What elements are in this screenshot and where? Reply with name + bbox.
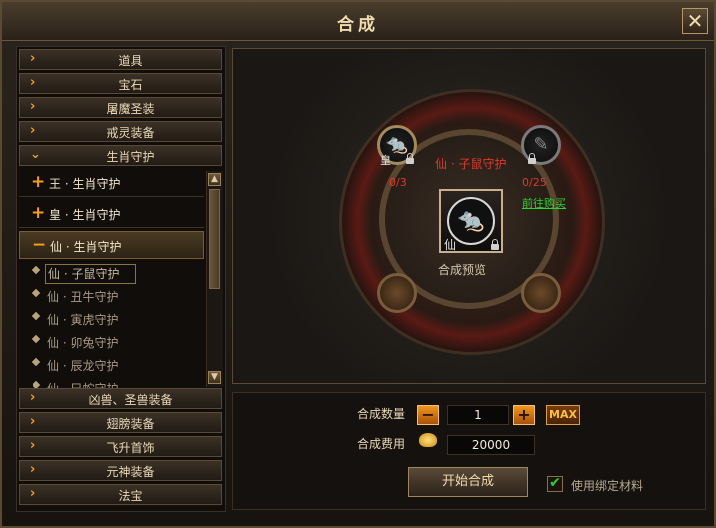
close-button[interactable]: ✕ (682, 8, 708, 34)
category-fabao[interactable]: › 法宝 (19, 484, 222, 505)
bronze-slot-left (377, 273, 417, 313)
subgroup-label: 皇 · 生肖守护 (49, 208, 121, 222)
quantity-label: 合成数量 (357, 407, 406, 421)
chevron-right-icon: › (30, 462, 36, 477)
list-scrollbar[interactable]: ▲ ▼ (206, 171, 223, 387)
chevron-right-icon: › (30, 99, 36, 114)
category-label: 法宝 (118, 489, 143, 503)
material-2-count: 0/25 (522, 176, 547, 189)
material-slot-1[interactable]: 🐀 皇 (377, 125, 417, 167)
preview-label: 合成预览 (438, 263, 487, 277)
cost-label: 合成费用 (357, 437, 406, 451)
diamond-icon (31, 265, 41, 275)
synthesis-area: 🐀 皇 0/3 ✎ 0/25 前往购买 仙 · 子鼠守护 🐀 仙 合成预览 (232, 48, 706, 384)
subgroup-wang[interactable]: + 王 · 生肖守护 (19, 169, 204, 197)
lock-icon (406, 153, 414, 164)
material-1-count: 0/3 (389, 176, 407, 189)
controls-panel: 合成数量 − 1 + MAX 合成费用 20000 开始合成 ✔ 使用绑定材料 (232, 392, 706, 510)
category-panel: › 道具 › 宝石 › 屠魔圣装 › 戒灵装备 ⌄ 生肖守护 + 王 · 生肖守… (16, 46, 226, 512)
plus-button[interactable]: + (513, 405, 535, 425)
subgroup-label: 仙 · 生肖守护 (50, 240, 122, 254)
bronze-slot-right (521, 273, 561, 313)
lock-icon (491, 239, 499, 250)
scroll-thumb[interactable] (209, 189, 220, 289)
synthesis-window: 合成 ✕ › 道具 › 宝石 › 屠魔圣装 › 戒灵装备 ⌄ 生肖守护 + 王 … (0, 0, 716, 528)
category-label: 戒灵装备 (106, 126, 155, 140)
list-item-sishe[interactable]: 仙 · 巳蛇守护 (33, 378, 203, 388)
category-yuanshen[interactable]: › 元神装备 (19, 460, 222, 481)
grade-tag: 仙 (444, 238, 457, 252)
list-item-label: 仙 · 子鼠守护 (45, 264, 137, 284)
list-item-maotu[interactable]: 仙 · 卯兔守护 (31, 332, 203, 352)
category-shengxiao[interactable]: ⌄ 生肖守护 (19, 145, 222, 166)
list-item-label: 仙 · 卯兔守护 (47, 336, 119, 350)
chevron-right-icon: › (30, 438, 36, 453)
category-chibang[interactable]: › 翅膀装备 (19, 412, 222, 433)
max-button[interactable]: MAX (546, 405, 580, 425)
minus-button[interactable]: − (417, 405, 439, 425)
category-label: 元神装备 (106, 465, 155, 479)
start-synthesis-button[interactable]: 开始合成 (408, 467, 528, 497)
chevron-right-icon: › (30, 390, 36, 405)
scroll-icon: ✎ (533, 134, 549, 155)
category-tumo[interactable]: › 屠魔圣装 (19, 97, 222, 118)
list-item-label: 仙 · 丑牛守护 (47, 290, 119, 304)
bind-material-checkbox[interactable]: ✔ (547, 476, 563, 492)
diamond-icon (31, 334, 41, 344)
minus-icon: − (32, 235, 47, 255)
category-label: 翅膀装备 (106, 417, 155, 431)
chevron-right-icon: › (30, 486, 36, 501)
list-item-label: 仙 · 巳蛇守护 (47, 380, 118, 388)
category-daoju[interactable]: › 道具 (19, 49, 222, 70)
subgroup-huang[interactable]: + 皇 · 生肖守护 (19, 200, 204, 228)
chevron-right-icon: › (30, 51, 36, 66)
list-item-label: 仙 · 寅虎守护 (47, 313, 119, 327)
quantity-input[interactable]: 1 (447, 405, 509, 425)
result-slot[interactable]: 🐀 仙 (439, 189, 503, 253)
list-item-chenlong[interactable]: 仙 · 辰龙守护 (31, 355, 203, 375)
list-item-zishu[interactable]: 仙 · 子鼠守护 (31, 263, 203, 284)
lock-icon (528, 153, 536, 164)
category-label: 宝石 (118, 78, 143, 92)
buy-link[interactable]: 前往购买 (522, 195, 566, 211)
chevron-right-icon: › (30, 123, 36, 138)
list-item-yinhu[interactable]: 仙 · 寅虎守护 (31, 309, 203, 329)
target-name: 仙 · 子鼠守护 (435, 157, 507, 171)
gold-ingot-icon (419, 433, 437, 447)
category-xiongshou[interactable]: › 凶兽、圣兽装备 (19, 388, 222, 409)
grade-tag: 皇 (380, 154, 391, 167)
diamond-icon (33, 380, 41, 388)
category-label: 飞升首饰 (106, 441, 155, 455)
scroll-up-button[interactable]: ▲ (208, 173, 221, 186)
plus-icon: + (31, 203, 46, 223)
plus-icon: + (31, 172, 46, 192)
title-bar: 合成 ✕ (2, 2, 714, 41)
category-label: 屠魔圣装 (106, 102, 155, 116)
list-item-chouniu[interactable]: 仙 · 丑牛守护 (31, 286, 203, 306)
diamond-icon (31, 288, 41, 298)
diamond-icon (31, 311, 41, 321)
subgroup-xian[interactable]: − 仙 · 生肖守护 (19, 231, 204, 259)
diamond-icon (31, 357, 41, 367)
category-label: 凶兽、圣兽装备 (88, 393, 173, 407)
category-feisheng[interactable]: › 飞升首饰 (19, 436, 222, 457)
bind-material-label: 使用绑定材料 (571, 479, 644, 493)
window-title: 合成 (337, 15, 379, 35)
category-jieling[interactable]: › 戒灵装备 (19, 121, 222, 142)
material-slot-2[interactable]: ✎ (521, 125, 561, 165)
chevron-right-icon: › (30, 75, 36, 90)
category-label: 道具 (118, 54, 143, 68)
subgroup-label: 王 · 生肖守护 (49, 177, 121, 191)
category-label: 生肖守护 (106, 150, 155, 164)
list-item-label: 仙 · 辰龙守护 (47, 359, 119, 373)
scroll-down-button[interactable]: ▼ (208, 371, 221, 384)
chevron-right-icon: › (30, 414, 36, 429)
cost-value: 20000 (447, 435, 535, 455)
category-baoshi[interactable]: › 宝石 (19, 73, 222, 94)
